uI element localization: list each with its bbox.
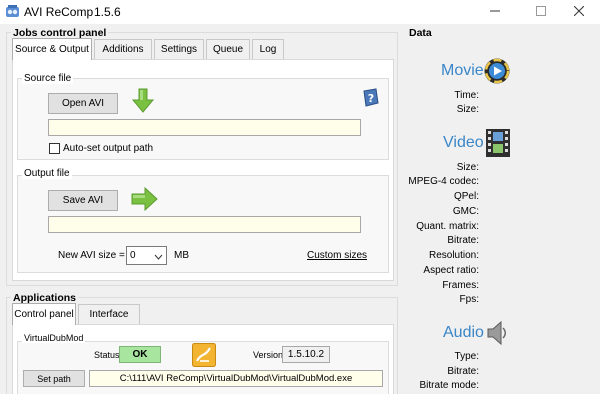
arrow-right-icon bbox=[131, 186, 159, 214]
video-bitrate-label: Bitrate: bbox=[447, 235, 479, 246]
version-field: 1.5.10.2 bbox=[282, 346, 330, 363]
source-file-title: Source file bbox=[22, 73, 74, 84]
tab-settings[interactable]: Settings bbox=[154, 39, 204, 59]
movie-icon bbox=[483, 57, 511, 88]
video-quant-matrix-label: Quant. matrix: bbox=[416, 221, 479, 232]
minimize-button[interactable] bbox=[472, 0, 518, 24]
movie-section-title: Movie bbox=[441, 62, 484, 79]
output-file-title: Output file bbox=[22, 168, 72, 179]
minimize-icon bbox=[490, 6, 500, 19]
tab-queue[interactable]: Queue bbox=[206, 39, 250, 59]
audio-bitrate-label: Bitrate: bbox=[447, 366, 479, 377]
open-avi-button[interactable]: Open AVI bbox=[48, 93, 118, 114]
output-path-field[interactable] bbox=[48, 216, 361, 233]
status-label: Status bbox=[94, 350, 120, 360]
video-section-title: Video bbox=[443, 134, 484, 151]
save-avi-button[interactable]: Save AVI bbox=[48, 190, 118, 211]
avi-size-value: 0 bbox=[130, 250, 136, 261]
status-value: OK bbox=[132, 349, 148, 360]
video-gmc-label: GMC: bbox=[452, 206, 479, 217]
tab-additions[interactable]: Additions bbox=[94, 39, 152, 59]
virtualdubmod-icon[interactable] bbox=[192, 343, 216, 370]
close-button[interactable] bbox=[558, 0, 600, 24]
app-icon bbox=[5, 4, 20, 19]
movie-size-label: Size: bbox=[456, 104, 479, 115]
video-resolution-label: Resolution: bbox=[428, 250, 479, 261]
status-badge: OK bbox=[119, 346, 161, 363]
video-frames-label: Frames: bbox=[442, 280, 479, 291]
video-qpel-label: QPel: bbox=[453, 191, 479, 202]
video-codec-label: MPEG-4 codec: bbox=[408, 176, 479, 187]
source-path-field[interactable] bbox=[48, 119, 361, 136]
set-path-button[interactable]: Set path bbox=[23, 370, 85, 387]
arrow-down-icon bbox=[131, 88, 155, 117]
version-label: Version bbox=[253, 350, 284, 360]
tab-log[interactable]: Log bbox=[252, 39, 284, 59]
audio-section-title: Audio bbox=[443, 324, 484, 341]
video-size-label: Size: bbox=[456, 162, 479, 173]
video-fps-label: Fps: bbox=[459, 294, 479, 305]
title-bar[interactable]: AVI ReComp 1.5.6 bbox=[0, 0, 600, 24]
window-version: 1.5.6 bbox=[94, 5, 121, 19]
tab-source-output[interactable]: Source & Output bbox=[12, 38, 92, 60]
virtualdubmod-path-field[interactable]: C:\111\AVI ReComp\VirtualDubMod\VirtualD… bbox=[89, 370, 383, 387]
video-film-icon bbox=[485, 128, 511, 161]
speaker-icon bbox=[486, 318, 508, 351]
audio-type-label: Type: bbox=[454, 351, 479, 362]
autoset-output-checkbox[interactable] bbox=[49, 143, 60, 154]
autoset-output-label[interactable]: Auto-set output path bbox=[63, 143, 153, 154]
audio-bitrate-mode-label: Bitrate mode: bbox=[419, 380, 479, 391]
custom-sizes-link[interactable]: Custom sizes bbox=[307, 250, 367, 261]
avi-size-label: New AVI size = bbox=[58, 250, 125, 261]
video-aspect-ratio-label: Aspect ratio: bbox=[423, 265, 479, 276]
data-panel-title: Data bbox=[407, 27, 434, 39]
movie-time-label: Time: bbox=[454, 90, 479, 101]
version-value: 1.5.10.2 bbox=[287, 349, 325, 360]
avi-size-unit: MB bbox=[174, 250, 189, 261]
help-icon[interactable]: ? bbox=[362, 88, 380, 111]
tab-interface[interactable]: Interface bbox=[78, 304, 140, 324]
avi-size-select[interactable]: 0 bbox=[126, 246, 167, 265]
maximize-icon bbox=[536, 5, 546, 19]
window-title: AVI ReComp bbox=[24, 5, 94, 19]
chevron-down-icon bbox=[154, 252, 163, 263]
tab-control-panel[interactable]: Control panel bbox=[12, 303, 76, 325]
svg-text:?: ? bbox=[368, 92, 374, 105]
virtualdubmod-title: VirtualDubMod bbox=[22, 333, 86, 343]
close-icon bbox=[573, 5, 585, 19]
